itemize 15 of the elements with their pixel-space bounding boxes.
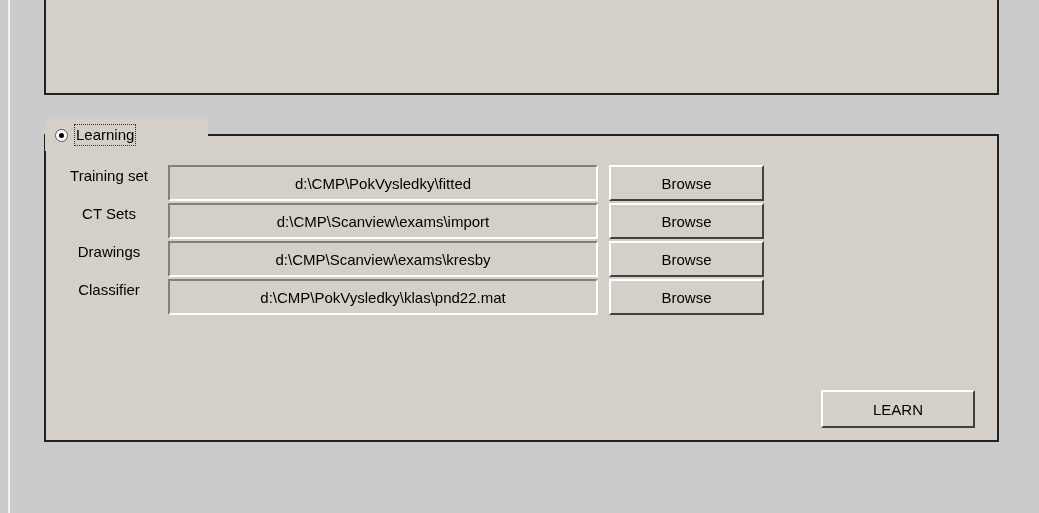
path-field[interactable]: d:\CMP\PokVysledky\fitted: [168, 165, 598, 201]
field-label: Training set: [69, 166, 149, 184]
path-field[interactable]: d:\CMP\Scanview\exams\kresby: [168, 241, 598, 277]
path-field[interactable]: d:\CMP\Scanview\exams\import: [168, 203, 598, 239]
field-label: CT Sets: [81, 204, 137, 222]
browse-button[interactable]: Browse: [609, 165, 764, 201]
radio-label[interactable]: Learning: [74, 124, 137, 146]
browse-button[interactable]: Browse: [609, 241, 764, 277]
browse-button[interactable]: Browse: [609, 279, 764, 315]
radio-button[interactable]: [55, 128, 68, 142]
field-label: Drawings: [76, 242, 142, 260]
field-label: Classifier: [77, 280, 141, 298]
browse-button[interactable]: Browse: [609, 203, 764, 239]
path-field[interactable]: d:\CMP\PokVysledky\klas\pnd22.mat: [168, 279, 598, 315]
learn-button[interactable]: LEARN: [821, 390, 975, 428]
